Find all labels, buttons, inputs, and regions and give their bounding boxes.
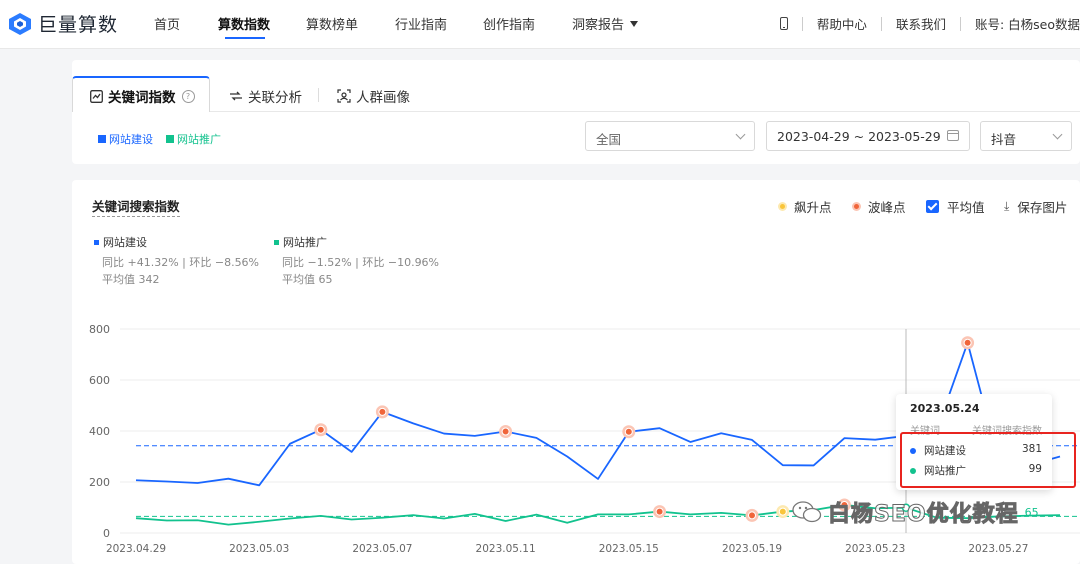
x-tick-label: 2023.05.23 bbox=[845, 543, 905, 555]
chevron-down-icon bbox=[735, 129, 746, 140]
date-range-picker[interactable]: 2023-04-29 ~ 2023-05-29 bbox=[766, 121, 970, 151]
help-icon[interactable]: ? bbox=[181, 89, 195, 103]
tooltip-date: 2023.05.24 bbox=[910, 402, 980, 415]
keyword-tag-2[interactable]: 网站推广 bbox=[166, 131, 221, 147]
top-nav: 巨量算数 首页 算数指数 算数榜单 行业指南 创作指南 洞察报告 帮助中心 联系… bbox=[0, 0, 1080, 49]
peak-marker bbox=[624, 427, 633, 436]
peak-marker bbox=[963, 338, 972, 347]
logo-text: 巨量算数 bbox=[38, 14, 119, 36]
logo-icon bbox=[9, 12, 31, 35]
x-tick-label: 2023.05.19 bbox=[722, 543, 782, 555]
tab-divider bbox=[210, 111, 1080, 112]
contact-link[interactable]: 联系我们 bbox=[896, 14, 946, 33]
menu-item-creation-guide[interactable]: 创作指南 bbox=[483, 14, 535, 33]
region-value: 全国 bbox=[596, 132, 622, 147]
x-tick-label: 2023.05.27 bbox=[968, 543, 1028, 555]
date-range-value: 2023-04-29 ~ 2023-05-29 bbox=[777, 129, 941, 144]
keyword-tag-2-label: 网站推广 bbox=[177, 133, 221, 146]
square-icon bbox=[98, 135, 106, 143]
y-tick-label: 200 bbox=[89, 476, 110, 489]
region-select[interactable]: 全国 bbox=[585, 121, 755, 151]
calendar-icon bbox=[947, 130, 959, 141]
menu-item-insight-report[interactable]: 洞察报告 bbox=[572, 14, 639, 33]
tab-correlation[interactable]: 关联分析 bbox=[229, 86, 302, 106]
menu-item-home[interactable]: 首页 bbox=[154, 14, 180, 33]
tab-crowd-profile[interactable]: 人群画像 bbox=[337, 86, 410, 106]
highlight-box bbox=[900, 432, 1076, 488]
platform-value: 抖音 bbox=[991, 132, 1017, 147]
keyword-tag-1[interactable]: 网站建设 bbox=[98, 131, 153, 147]
help-center-link[interactable]: 帮助中心 bbox=[817, 14, 867, 33]
divider bbox=[959, 16, 961, 31]
tab-keyword-index[interactable]: 关键词指数 ? bbox=[90, 86, 195, 106]
chevron-down-icon bbox=[1052, 129, 1063, 140]
peak-marker bbox=[748, 511, 756, 520]
wechat-icon bbox=[792, 501, 822, 523]
account-label[interactable]: 账号: 白杨seo数据 bbox=[975, 14, 1080, 33]
x-tick-label: 2023.05.07 bbox=[352, 543, 412, 555]
mobile-icon[interactable] bbox=[779, 17, 788, 30]
y-tick-label: 0 bbox=[103, 527, 110, 540]
y-tick-label: 800 bbox=[89, 323, 110, 336]
logo[interactable]: 巨量算数 bbox=[8, 10, 118, 37]
menu-item-ranking[interactable]: 算数榜单 bbox=[306, 14, 358, 33]
peak-marker bbox=[655, 507, 664, 516]
keyword-tag-1-label: 网站建设 bbox=[109, 133, 153, 146]
tab-separator bbox=[318, 88, 319, 102]
peak-marker bbox=[501, 427, 510, 436]
x-tick-label: 2023.05.15 bbox=[599, 543, 659, 555]
tab-correlation-label: 关联分析 bbox=[248, 90, 302, 106]
trend-box-icon bbox=[90, 89, 103, 103]
average-line-label: 65 bbox=[1024, 505, 1039, 519]
peak-marker bbox=[316, 425, 325, 434]
active-menu-underline bbox=[225, 37, 265, 39]
menu-item-industry-guide[interactable]: 行业指南 bbox=[395, 14, 447, 33]
watermark: 白杨SEO优化教程 65 bbox=[792, 496, 1039, 528]
tab-keyword-index-label: 关键词指数 bbox=[108, 90, 176, 106]
x-tick-label: 2023.05.03 bbox=[229, 543, 289, 555]
peak-marker bbox=[378, 407, 387, 416]
tab-crowd-profile-label: 人群画像 bbox=[356, 90, 410, 106]
x-tick-label: 2023.05.11 bbox=[476, 543, 536, 555]
insight-report-label: 洞察报告 bbox=[572, 18, 625, 33]
platform-select[interactable]: 抖音 bbox=[980, 121, 1072, 151]
chart-card: 关键词搜索指数 飙升点 波峰点 平均值 ⤓ 保存图片 网站建设 同比 +41.3… bbox=[72, 180, 1080, 564]
divider bbox=[801, 16, 803, 31]
square-icon bbox=[166, 135, 174, 143]
caret-down-icon bbox=[630, 21, 639, 27]
watermark-text: 白杨SEO优化教程 bbox=[828, 502, 1019, 528]
y-tick-label: 400 bbox=[89, 425, 110, 438]
x-tick-label: 2023.04.29 bbox=[106, 543, 166, 555]
menu-item-index[interactable]: 算数指数 bbox=[218, 14, 270, 33]
filter-card: 关键词指数 ? 关联分析 人群画像 网站建设 网站推广 全国 2023-04-2… bbox=[72, 60, 1080, 164]
rise-marker bbox=[778, 507, 787, 516]
divider bbox=[880, 16, 882, 31]
link-icon bbox=[230, 91, 242, 101]
person-scan-icon bbox=[337, 89, 351, 103]
right-nav: 帮助中心 联系我们 账号: 白杨seo数据 bbox=[779, 14, 1080, 33]
y-tick-label: 600 bbox=[89, 374, 110, 387]
